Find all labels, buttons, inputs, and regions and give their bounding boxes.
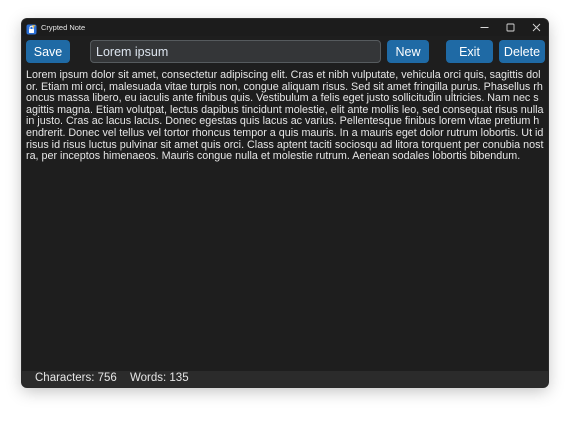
delete-button[interactable]: Delete [499,40,545,63]
note-body-textarea[interactable]: Lorem ipsum dolor sit amet, consectetur … [26,70,544,367]
app-window: Crypted Note Save New Exit Delete Lorem … [22,19,548,387]
close-icon [532,19,541,37]
new-note-button[interactable]: New [387,40,429,63]
character-count: Characters: 756 [35,372,117,384]
maximize-icon [506,19,515,37]
note-title-input[interactable] [90,40,381,63]
save-button[interactable]: Save [26,40,70,63]
status-bar: Characters: 756 Words: 135 [22,371,548,387]
title-bar[interactable]: Crypted Note [22,19,548,36]
word-count: Words: 135 [130,372,189,384]
window-title: Crypted Note [41,23,86,32]
minimize-icon [480,19,489,37]
minimize-button[interactable] [470,19,498,36]
close-button[interactable] [522,19,548,36]
app-lock-icon [26,22,37,35]
maximize-button[interactable] [496,19,524,36]
exit-button[interactable]: Exit [446,40,493,63]
